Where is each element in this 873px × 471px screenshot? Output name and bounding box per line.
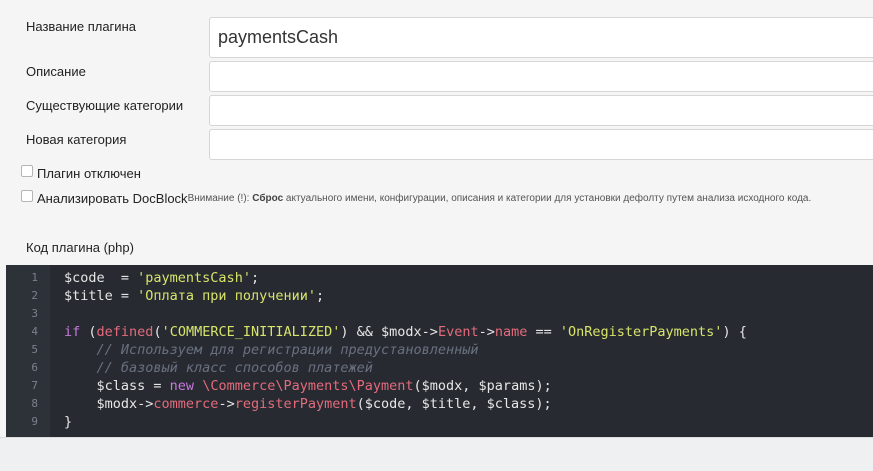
line-number: 2 xyxy=(31,289,38,302)
code-text: } xyxy=(64,413,72,431)
code-token: ( xyxy=(153,324,162,340)
code-token: commerce xyxy=(153,396,219,412)
docblock-note-bold: Сброс xyxy=(252,193,284,204)
docblock-note-rest: актуального имени, конфигурации, описани… xyxy=(283,193,812,204)
code-label: Код плагина (php) xyxy=(26,240,134,255)
code-text: // Используем для регистрации предустано… xyxy=(64,341,479,359)
plugin-name-label: Название плагина xyxy=(26,19,136,34)
code-line: 1 $code = 'paymentsCash'; xyxy=(6,269,873,287)
code-token: if xyxy=(64,324,81,340)
code-token: ) { xyxy=(722,324,747,340)
code-text: $code = 'paymentsCash'; xyxy=(64,269,259,287)
line-number: 8 xyxy=(31,397,38,410)
line-number: 3 xyxy=(31,307,38,320)
code-token: \Commerce\Payments\Payment xyxy=(202,378,414,394)
code-line: 3 xyxy=(6,305,873,323)
code-line: 7 $class = new \Commerce\Payments\Paymen… xyxy=(6,377,873,395)
code-token: $class = xyxy=(64,378,170,394)
code-token: -> xyxy=(218,396,235,412)
plugin-name-input[interactable] xyxy=(209,17,873,58)
code-token: defined xyxy=(96,324,154,340)
code-token: new xyxy=(169,378,195,394)
plugin-disabled-checkbox[interactable] xyxy=(21,165,33,177)
line-number: 9 xyxy=(31,415,38,428)
code-line: 8 $modx->commerce->registerPayment($code… xyxy=(6,395,873,413)
code-line: 9} xyxy=(6,413,873,431)
analyze-docblock-row: Анализировать DocBlock Внимание (!): Сбр… xyxy=(21,190,811,206)
plugin-disabled-row: Плагин отключен xyxy=(21,165,141,181)
existing-categories-label: Существующие категории xyxy=(26,98,184,113)
code-line: 6 // базовый класс способов платежей xyxy=(6,359,873,377)
code-token: registerPayment xyxy=(234,396,357,412)
code-token: $code = xyxy=(64,270,138,286)
code-token: ; xyxy=(315,288,325,304)
code-token: ($code, $title, $class); xyxy=(356,396,552,412)
code-token: ) && $modx-> xyxy=(340,324,438,340)
docblock-note-prefix: Внимание (!): xyxy=(187,193,253,204)
code-token: // базовый класс способов платежей xyxy=(96,360,373,376)
code-text: $class = new \Commerce\Payments\Payment(… xyxy=(64,377,552,395)
code-token: ( xyxy=(80,324,97,340)
code-line: 5 // Используем для регистрации предуста… xyxy=(6,341,873,359)
code-token: 'COMMERCE_INITIALIZED' xyxy=(161,324,341,340)
code-token: 'paymentsCash' xyxy=(137,270,251,286)
code-token: Event xyxy=(437,324,479,340)
line-number: 1 xyxy=(31,271,38,284)
description-label: Описание xyxy=(26,64,86,79)
line-number: 7 xyxy=(31,379,38,392)
code-token: 'OnRegisterPayments' xyxy=(559,324,723,340)
new-category-label: Новая категория xyxy=(26,132,127,147)
analyze-docblock-label: Анализировать DocBlock xyxy=(37,191,188,206)
code-token: $title = xyxy=(64,288,138,304)
description-input[interactable] xyxy=(209,61,873,92)
code-editor[interactable]: 1 $code = 'paymentsCash'; 2 $title = 'Оплат… xyxy=(6,265,873,437)
analyze-docblock-checkbox[interactable] xyxy=(21,190,33,202)
code-token: // Используем для регистрации предустано… xyxy=(96,342,479,358)
docblock-warning-note: Внимание (!): Сброс актуального имени, к… xyxy=(188,192,812,206)
code-text: // базовый класс способов платежей xyxy=(64,359,373,377)
code-text: $modx->commerce->registerPayment($code, … xyxy=(64,395,552,413)
code-token: ($modx, $params); xyxy=(413,378,552,394)
code-text: if (defined('COMMERCE_INITIALIZED') && $… xyxy=(64,323,747,341)
plugin-disabled-label: Плагин отключен xyxy=(37,166,141,181)
new-category-input[interactable] xyxy=(209,129,873,160)
existing-categories-select[interactable] xyxy=(209,95,873,126)
code-token: -> xyxy=(478,324,495,340)
line-number: 5 xyxy=(31,343,38,356)
code-line: 2 $title = 'Оплата при получении'; xyxy=(6,287,873,305)
code-token: name xyxy=(494,324,528,340)
footer-bar xyxy=(0,437,873,471)
code-token: ; xyxy=(250,270,260,286)
code-token: 'Оплата при получении' xyxy=(137,288,316,304)
code-token: $modx-> xyxy=(64,396,154,412)
line-number: 4 xyxy=(31,325,38,338)
code-text: $title = 'Оплата при получении'; xyxy=(64,287,324,305)
code-line: 4 if (defined('COMMERCE_INITIALIZED') && … xyxy=(6,323,873,341)
code-token: } xyxy=(64,414,73,430)
line-number: 6 xyxy=(31,361,38,374)
code-token: == xyxy=(527,324,560,340)
